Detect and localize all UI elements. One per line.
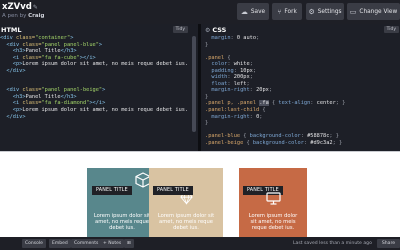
panel-title: PANEL TITLE <box>92 186 132 195</box>
panel-text: Lorem ipsum dolor sit amet, no meis requ… <box>248 213 298 232</box>
pen-title[interactable]: xZVvd✎ <box>2 2 38 12</box>
gear-icon[interactable]: ⚙ <box>205 27 210 34</box>
save-button[interactable]: ☁ Save <box>237 3 269 20</box>
notes-button[interactable]: + Notes <box>100 239 125 248</box>
code-line: </div> <box>6 113 26 120</box>
fork-button[interactable]: ⑂ Fork <box>272 3 302 20</box>
panel-blue: PANEL TITLE Lorem ipsum dolor sit amet, … <box>87 168 157 238</box>
desktop-icon <box>266 192 281 205</box>
panel-text: Lorem ipsum dolor sit amet, no meis requ… <box>157 213 215 232</box>
pen-author: A pen by Craig <box>2 13 45 19</box>
share-button[interactable]: Share <box>377 239 400 248</box>
html-editor[interactable]: HTML Tidy <div class="container"> <div c… <box>0 24 198 151</box>
html-editor-title: HTML <box>1 26 22 34</box>
top-bar: xZVvd✎ A pen by Craig ☁ Save ⑂ Fork ⚙ Setti… <box>0 0 400 24</box>
save-status: Last saved less than a minute ago <box>293 241 372 246</box>
panel-title: PANEL TITLE <box>153 186 193 195</box>
html-editor-header: HTML Tidy <box>0 24 198 35</box>
panel-orange: PANEL TITLE Lorem ipsum dolor sit amet, … <box>239 168 307 238</box>
css-tidy-button[interactable]: Tidy <box>383 26 399 33</box>
panel-beige: PANEL TITLE Lorem ipsum dolor sit amet, … <box>149 168 223 238</box>
code-line: <p>Lorem ipsum dolor sit amet, no meis r… <box>12 107 189 114</box>
preview-pane: PANEL TITLE Lorem ipsum dolor sit amet, … <box>0 151 400 238</box>
comments-button[interactable]: Comments <box>71 239 102 248</box>
author-link[interactable]: Craig <box>28 13 44 19</box>
cloud-icon: ☁ <box>240 7 248 16</box>
grid-icon[interactable]: ⊞ <box>124 239 134 248</box>
css-code[interactable]: margin: 0 auto; } .panel { color: white;… <box>201 35 400 146</box>
bottom-bar: Console Embed Comments + Notes ⊞ Last sa… <box>0 237 400 250</box>
panel-text: Lorem ipsum dolor sit amet, no meis requ… <box>93 213 151 232</box>
css-editor-title: ⚙ CSS <box>205 26 227 34</box>
css-editor[interactable]: ⚙ CSS Tidy margin: 0 auto; } .panel { col… <box>201 24 400 151</box>
html-editor-scrollbar[interactable] <box>192 36 196 132</box>
embed-button[interactable]: Embed <box>49 239 71 248</box>
change-view-button[interactable]: ▭ Change View <box>347 3 400 20</box>
layout-icon: ▭ <box>349 7 357 16</box>
pencil-icon[interactable]: ✎ <box>33 4 38 11</box>
html-tidy-button[interactable]: Tidy <box>172 26 188 33</box>
code-line: .panel-beige { background-color: #d9c3a2… <box>205 139 343 146</box>
html-code[interactable]: <div class="container"> <div class="pane… <box>0 35 198 120</box>
css-editor-header: ⚙ CSS Tidy <box>201 24 400 35</box>
code-line: <p>Lorem ipsum dolor sit amet, no meis r… <box>12 61 189 68</box>
settings-button[interactable]: ⚙ Settings <box>306 3 344 20</box>
gear-icon: ⚙ <box>308 7 315 16</box>
console-button[interactable]: Console <box>22 239 46 248</box>
fork-icon: ⑂ <box>277 7 282 16</box>
